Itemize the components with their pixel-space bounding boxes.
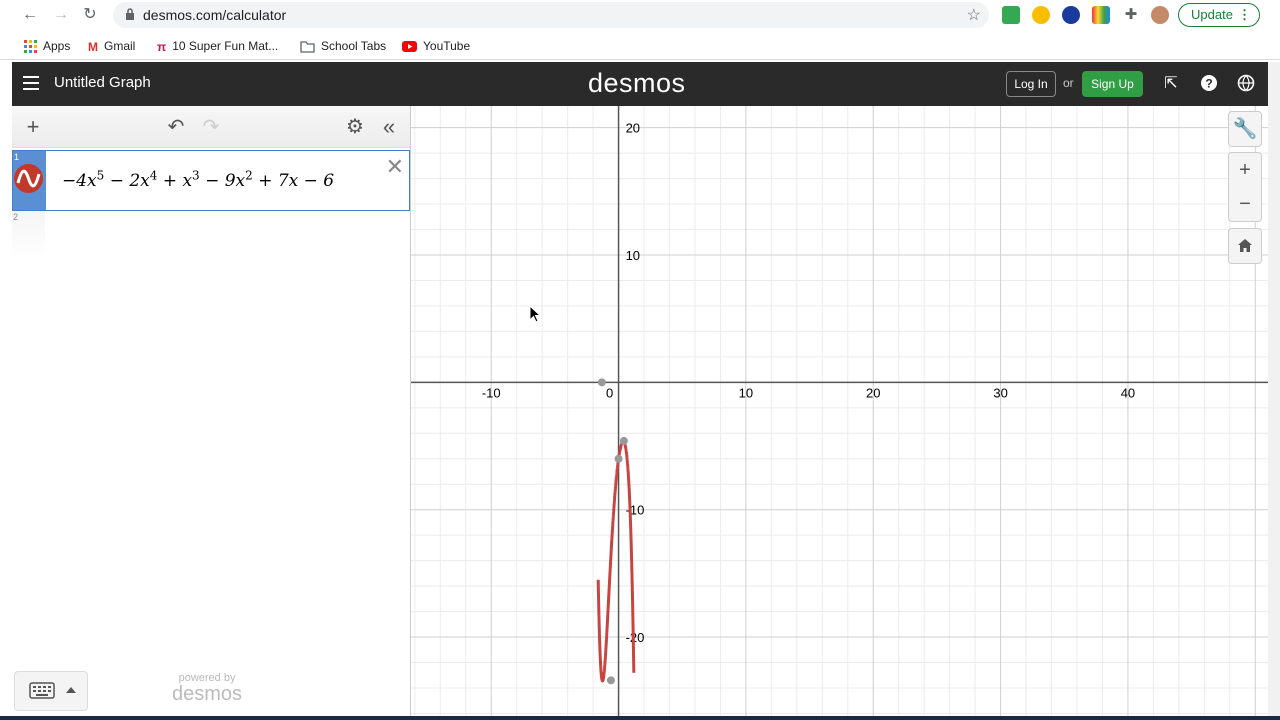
forward-arrow-icon[interactable]: →	[51, 5, 71, 25]
help-icon[interactable]: ?	[1199, 74, 1219, 94]
folder-icon	[300, 41, 315, 53]
profile-avatar[interactable]	[1151, 6, 1169, 24]
home-control	[1228, 228, 1262, 264]
extension-icon[interactable]	[1002, 6, 1020, 24]
bookmark-youtube[interactable]: YouTube	[402, 38, 470, 54]
update-button[interactable]: Update ⋮	[1178, 3, 1260, 27]
bookmark-label: Gmail	[104, 39, 136, 53]
expression-panel: + ↶ ↷ ⚙ « 1 −4x5 − 2x4 + x3 − 9x2 + 7x −…	[12, 106, 411, 716]
lock-icon	[126, 8, 134, 20]
bookmark-school-tabs[interactable]: School Tabs	[300, 38, 386, 54]
undo-icon[interactable]: ↶	[165, 116, 187, 138]
youtube-icon	[402, 41, 417, 53]
x-tick-label: 40	[1121, 385, 1135, 400]
keyboard-toggle-button[interactable]	[14, 671, 88, 711]
y-tick-label: 20	[626, 121, 640, 136]
expression-number: 2	[13, 212, 19, 222]
gmail-icon: M	[88, 39, 98, 54]
graph-title[interactable]: Untitled Graph	[54, 74, 151, 91]
graph-paper[interactable]: -10 0 10 20 30 40 20 10 -10 -20	[411, 106, 1268, 716]
signup-button[interactable]: Sign Up	[1082, 71, 1143, 97]
wrench-icon[interactable]: 🔧	[1229, 112, 1261, 146]
bookmark-label: 10 Super Fun Mat...	[172, 39, 279, 53]
bookmark-label: Apps	[43, 39, 71, 53]
x-tick-label: -10	[482, 385, 501, 400]
graph-canvas[interactable]: -10 0 10 20 30 402010-10-20	[411, 106, 1268, 716]
extension-icon[interactable]	[1062, 6, 1080, 24]
graph-style-icon[interactable]	[14, 164, 43, 193]
desmos-header: Untitled Graph desmos Log In or Sign Up …	[12, 62, 1268, 106]
caret-up-icon	[66, 687, 76, 693]
graph-settings-control: 🔧	[1228, 111, 1262, 147]
zoom-control: + −	[1228, 152, 1262, 222]
x-tick-label: 30	[993, 385, 1007, 400]
x-tick-label: 20	[866, 385, 880, 400]
zoom-out-icon[interactable]: −	[1229, 187, 1261, 221]
address-bar[interactable]: desmos.com/calculator ☆	[113, 2, 989, 28]
puzzle-icon[interactable]: ✚	[1122, 6, 1140, 24]
bookmark-label: YouTube	[423, 39, 471, 53]
y-tick-label: -20	[626, 630, 645, 645]
hamburger-menu-icon[interactable]	[23, 76, 39, 90]
y-tick-label: 10	[626, 248, 640, 263]
bookmark-super-fun-math[interactable]: π 10 Super Fun Mat...	[157, 38, 278, 54]
point-of-interest[interactable]	[606, 676, 615, 685]
pi-icon: π	[157, 39, 167, 54]
url-text: desmos.com/calculator	[143, 7, 287, 23]
browser-toolbar: ← → ↻ desmos.com/calculator ☆ ✚ Update ⋮	[0, 0, 1280, 30]
extension-icon[interactable]	[1092, 6, 1110, 24]
delete-expression-icon[interactable]: ✕	[386, 154, 404, 180]
share-icon[interactable]: ⇱	[1161, 74, 1181, 94]
expression-tab[interactable]: 1	[13, 151, 46, 210]
bookmark-gmail[interactable]: M Gmail	[88, 38, 135, 54]
svg-text:?: ?	[1205, 77, 1212, 91]
empty-expression-item[interactable]: 2	[12, 211, 45, 259]
apps-grid-icon	[24, 40, 37, 54]
taskbar-strip	[0, 716, 1280, 720]
desmos-logo: desmos	[588, 68, 686, 98]
powered-by-desmos[interactable]: powered by desmos	[172, 672, 242, 704]
scrollbar[interactable]	[1268, 62, 1280, 716]
home-icon[interactable]	[1229, 229, 1261, 263]
expression-latex: −4x5 − 2x4 + x3 − 9x2 + 7x − 6	[62, 168, 335, 191]
back-arrow-icon[interactable]: ←	[20, 5, 40, 25]
expression-item[interactable]: 1 −4x5 − 2x4 + x3 − 9x2 + 7x − 6 ✕	[12, 150, 410, 211]
expression-input[interactable]: −4x5 − 2x4 + x3 − 9x2 + 7x − 6	[62, 168, 334, 191]
login-button[interactable]: Log In	[1006, 71, 1056, 97]
menu-dots-icon: ⋮	[1238, 7, 1251, 22]
x-tick-label: 10	[739, 385, 753, 400]
expression-number: 1	[14, 152, 20, 162]
keyboard-icon	[29, 682, 55, 699]
point-of-interest[interactable]	[614, 454, 623, 463]
bookmark-star-icon[interactable]: ☆	[967, 5, 981, 25]
or-text: or	[1063, 76, 1074, 90]
point-of-interest[interactable]	[619, 436, 628, 445]
point-of-interest[interactable]	[597, 378, 606, 387]
bookmark-label: School Tabs	[321, 39, 387, 53]
bookmarks-bar: Apps M Gmail π 10 Super Fun Mat... School …	[0, 30, 1280, 60]
settings-gear-icon[interactable]: ⚙	[344, 116, 366, 138]
extension-icon[interactable]	[1032, 6, 1050, 24]
redo-icon[interactable]: ↷	[200, 116, 222, 138]
powered-by-logo: desmos	[172, 683, 243, 705]
zoom-in-icon[interactable]: +	[1229, 153, 1261, 187]
collapse-panel-icon[interactable]: «	[378, 116, 400, 138]
x-tick-label: 0	[606, 385, 613, 400]
expression-toolbar: + ↶ ↷ ⚙ «	[12, 106, 410, 148]
bookmark-apps[interactable]: Apps	[24, 38, 70, 54]
reload-icon[interactable]: ↻	[80, 5, 100, 25]
globe-icon[interactable]	[1236, 74, 1256, 94]
add-item-icon[interactable]: +	[22, 116, 44, 138]
mouse-cursor-icon	[529, 305, 541, 323]
update-label: Update	[1191, 7, 1233, 22]
